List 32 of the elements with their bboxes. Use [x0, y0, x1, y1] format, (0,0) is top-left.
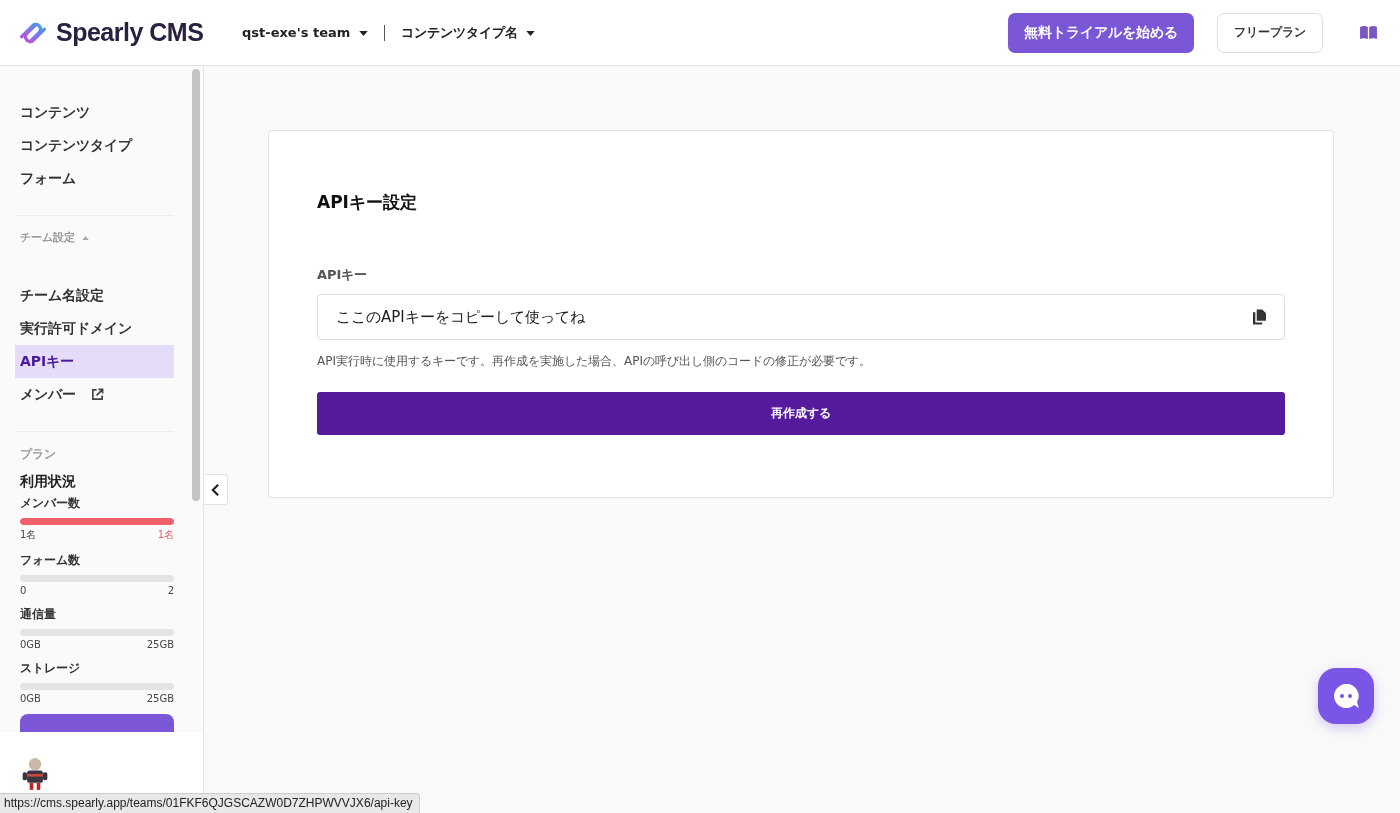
logo-text: Spearly CMS: [56, 18, 204, 47]
meter-min: 0: [20, 585, 27, 596]
trial-button[interactable]: 無料トライアルを始める: [1008, 12, 1194, 53]
sidebar-item[interactable]: チーム名設定: [15, 279, 174, 312]
meter-min: 0GB: [20, 639, 41, 650]
meter-min: 0GB: [20, 693, 41, 704]
section-label: プラン: [20, 446, 57, 463]
meter-label: フォーム数: [20, 552, 81, 569]
plan-button[interactable]: フリープラン: [1217, 12, 1323, 53]
status-bar-url: https://cms.spearly.app/teams/01FKF6QJGSCAZW0D7ZHPWVVJX6/api-key: [0, 793, 420, 813]
card-title: APIキー設定: [317, 191, 418, 214]
sidebar-item[interactable]: メンバー: [15, 378, 174, 411]
meter-label: ストレージ: [20, 660, 81, 677]
meter-max: 1名: [157, 528, 174, 542]
usage-title: 利用状況: [20, 473, 77, 491]
meter-max: 25GB: [146, 639, 174, 650]
api-key-field[interactable]: ここのAPIキーをコピーして使ってね: [317, 294, 1285, 340]
meter-max: 25GB: [146, 693, 174, 704]
meter-max: 2: [167, 585, 174, 596]
regenerate-button[interactable]: 再作成する: [317, 392, 1285, 435]
sidebar-item[interactable]: APIキー: [15, 345, 174, 378]
team-dropdown[interactable]: qst-exe's team: [242, 25, 368, 40]
meter-label: 通信量: [20, 606, 57, 623]
sidebar-item[interactable]: コンテンツ: [15, 96, 174, 129]
meter-label: メンバー数: [20, 495, 81, 512]
meter-min: 1名: [20, 528, 37, 542]
sidebar-item[interactable]: コンテンツタイプ: [15, 129, 174, 162]
sidebar-item[interactable]: 実行許可ドメイン: [15, 312, 174, 345]
help-text: API実行時に使用するキーです。再作成を実施した場合、APIの呼び出し側のコードの修正が必要です。: [317, 353, 872, 370]
sidebar-item[interactable]: フォーム: [15, 162, 174, 195]
content-type-dropdown[interactable]: コンテンツタイプ名: [400, 23, 536, 42]
field-label: APIキー: [317, 266, 369, 284]
